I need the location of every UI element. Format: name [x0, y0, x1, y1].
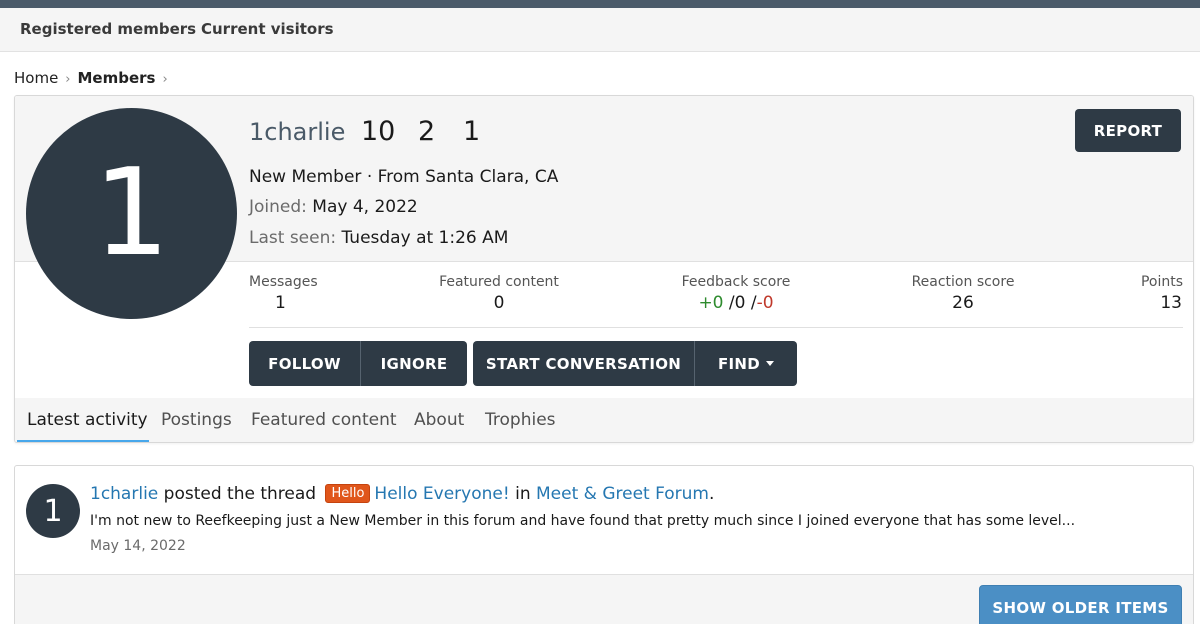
- tab-latest-activity[interactable]: Latest activity: [27, 410, 148, 430]
- thread-link[interactable]: Hello Everyone!: [374, 484, 509, 504]
- last-seen-time[interactable]: Tuesday at 1:26 AM: [342, 228, 509, 248]
- find-label: FIND: [717, 354, 761, 373]
- ignore-button[interactable]: IGNORE: [361, 341, 467, 386]
- stat-points: Points 13: [1115, 274, 1183, 313]
- tab-postings[interactable]: Postings: [161, 410, 232, 430]
- avatar[interactable]: 1: [26, 108, 237, 319]
- latest-activity-list: 1 1charlie posted the thread Hello Hello …: [14, 465, 1194, 624]
- caret-down-icon: [766, 361, 775, 366]
- member-count-1: 10: [361, 116, 396, 147]
- follow-ignore-group: FOLLOW IGNORE: [249, 341, 467, 386]
- stat-feedback-score: Feedback score +0 /0 /-0: [676, 274, 796, 313]
- member-username: 1charlie: [249, 118, 346, 146]
- member-count-3: 1: [463, 116, 481, 147]
- tab-trophies[interactable]: Trophies: [485, 410, 556, 430]
- thread-prefix-badge[interactable]: Hello: [325, 484, 371, 503]
- last-seen-label: Last seen:: [249, 228, 337, 248]
- breadcrumb-members[interactable]: Members: [78, 69, 156, 87]
- feedback-negative: -0: [756, 293, 774, 313]
- stat-featured-content: Featured content 0: [435, 274, 563, 313]
- member-joined: Joined: May 4, 2022: [249, 197, 418, 217]
- tab-about[interactable]: About: [414, 410, 464, 430]
- stat-messages-value[interactable]: 1: [249, 293, 318, 313]
- stat-reaction-value[interactable]: 26: [908, 293, 1018, 313]
- breadcrumb-home[interactable]: Home: [14, 69, 58, 87]
- breadcrumb: Home › Members ›: [14, 69, 175, 87]
- show-older-items-button[interactable]: SHOW OLDER ITEMS: [979, 585, 1182, 624]
- start-conversation-button[interactable]: START CONVERSATION: [473, 341, 695, 386]
- stat-featured-label: Featured content: [439, 274, 559, 290]
- activity-footer: SHOW OLDER ITEMS: [15, 574, 1193, 624]
- stat-featured-value[interactable]: 0: [435, 293, 563, 313]
- activity-in: in: [515, 484, 531, 504]
- activity-user-link[interactable]: 1charlie: [90, 484, 158, 504]
- subnav-current-visitors[interactable]: Current visitors: [201, 20, 334, 38]
- member-title-location: New Member · From Santa Clara, CA: [249, 167, 559, 187]
- member-profile-card: 1 1charlie 10 2 1 New Member · From Sant…: [14, 95, 1194, 443]
- report-button[interactable]: REPORT: [1075, 109, 1181, 152]
- joined-date: May 4, 2022: [312, 197, 418, 217]
- activity-title: 1charlie posted the thread Hello Hello Ev…: [90, 484, 714, 504]
- stat-reaction-score: Reaction score 26: [908, 274, 1018, 313]
- find-menu-button[interactable]: FIND: [695, 341, 797, 386]
- sub-navigation: Registered members Current visitors: [0, 8, 1200, 52]
- stat-reaction-label: Reaction score: [911, 274, 1015, 290]
- active-tab-indicator: [17, 440, 149, 442]
- activity-snippet: I'm not new to Reefkeeping just a New Me…: [90, 513, 1076, 529]
- subnav-registered-members[interactable]: Registered members: [20, 20, 196, 38]
- follow-button[interactable]: FOLLOW: [249, 341, 361, 386]
- activity-action: posted the thread: [163, 484, 317, 504]
- stat-points-value[interactable]: 13: [1115, 293, 1183, 313]
- feedback-positive: +0: [698, 293, 724, 313]
- member-count-2: 2: [418, 116, 436, 147]
- activity-date[interactable]: May 14, 2022: [90, 538, 186, 554]
- conversation-find-group: START CONVERSATION FIND: [473, 341, 797, 386]
- activity-period: .: [709, 484, 715, 504]
- chevron-right-icon: ›: [65, 72, 71, 87]
- joined-label: Joined:: [249, 197, 307, 217]
- member-last-seen: Last seen: Tuesday at 1:26 AM: [249, 228, 508, 248]
- stats-divider: [249, 327, 1183, 328]
- chevron-right-icon: ›: [162, 72, 168, 87]
- forum-link[interactable]: Meet & Greet Forum: [536, 484, 709, 504]
- avatar[interactable]: 1: [26, 484, 80, 538]
- stat-feedback-value[interactable]: +0 /0 /-0: [676, 293, 796, 313]
- feedback-neutral: 0: [734, 293, 746, 313]
- tab-featured-content[interactable]: Featured content: [251, 410, 397, 430]
- stat-messages: Messages 1: [249, 274, 318, 313]
- top-header-edge: [0, 0, 1200, 8]
- stat-messages-label: Messages: [249, 274, 318, 290]
- stat-feedback-label: Feedback score: [681, 274, 791, 290]
- stat-points-label: Points: [1140, 274, 1183, 290]
